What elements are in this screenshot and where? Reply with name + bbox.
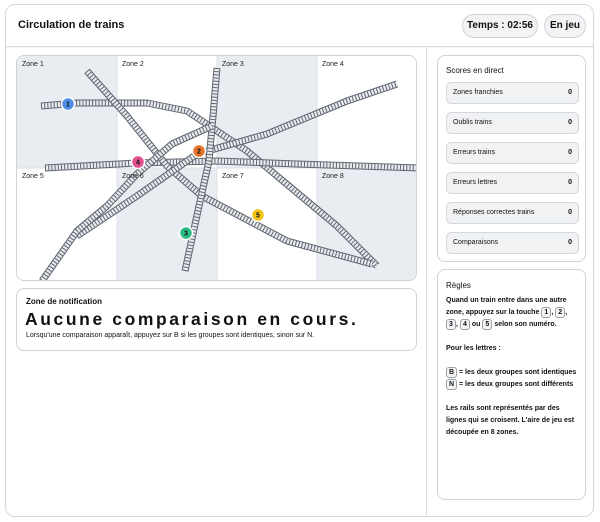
score-row-erreurs-trains: Erreurs trains 0 bbox=[446, 142, 579, 164]
zone-label-8: Zone 8 bbox=[322, 173, 344, 180]
notification-title: Zone de notification bbox=[26, 297, 102, 306]
train-number: 5 bbox=[256, 213, 260, 220]
train-2[interactable]: 2 bbox=[191, 143, 207, 159]
score-row-oublis: Oublis trains 0 bbox=[446, 112, 579, 134]
score-row-comparaisons: Comparaisons 0 bbox=[446, 232, 579, 254]
letters-heading: Pour les lettres : bbox=[446, 345, 501, 352]
score-value: 0 bbox=[568, 179, 572, 186]
zone-label-4: Zone 4 bbox=[322, 61, 344, 68]
rule-b-text: = les deux groupes sont identiques bbox=[459, 369, 577, 376]
score-value: 0 bbox=[568, 149, 572, 156]
status-badge: En jeu bbox=[544, 14, 586, 38]
score-label: Oublis trains bbox=[453, 119, 492, 126]
score-label: Erreurs lettres bbox=[453, 179, 497, 186]
rules-outro: Les rails sont représentés par des ligne… bbox=[446, 405, 575, 436]
train-number: 3 bbox=[184, 231, 188, 238]
main-panel: Zone 1 Zone 2 Zone 3 Zone 4 Zone 5 Zone 6 Zone… bbox=[6, 48, 426, 516]
zone-3 bbox=[217, 56, 317, 168]
timer-badge: Temps : 02:56 bbox=[462, 14, 538, 38]
notification-hint: Lorsqu'une comparaison apparaît, appuyez… bbox=[26, 332, 315, 339]
zone-label-3: Zone 3 bbox=[222, 61, 244, 68]
key-1: 1 bbox=[541, 307, 552, 318]
zone-label-1: Zone 1 bbox=[22, 61, 44, 68]
score-value: 0 bbox=[568, 119, 572, 126]
header-bar: Circulation de trains Temps : 02:56 En j… bbox=[6, 5, 593, 47]
score-value: 0 bbox=[568, 89, 572, 96]
zone-label-6: Zone 6 bbox=[122, 173, 144, 180]
side-panel: Scores en direct Zones franchies 0 Oubli… bbox=[426, 48, 593, 516]
train-number: 4 bbox=[136, 160, 140, 167]
score-label: Erreurs trains bbox=[453, 149, 496, 156]
zone-label-5: Zone 5 bbox=[22, 173, 44, 180]
score-value: 0 bbox=[568, 239, 572, 246]
scores-title: Scores en direct bbox=[446, 66, 504, 75]
key-n: N bbox=[446, 379, 458, 390]
train-number: 1 bbox=[66, 102, 70, 109]
comma: , bbox=[551, 309, 554, 316]
notification-panel: Zone de notification Aucune comparaison … bbox=[16, 288, 417, 351]
rules-body: Quand un train entre dans une autre zone… bbox=[446, 295, 579, 439]
app-window: Circulation de trains Temps : 02:56 En j… bbox=[5, 4, 594, 517]
zone-5 bbox=[17, 168, 117, 280]
scores-panel: Scores en direct Zones franchies 0 Oubli… bbox=[437, 55, 586, 262]
score-row-zones: Zones franchies 0 bbox=[446, 82, 579, 104]
rules-panel: Règles Quand un train entre dans une aut… bbox=[437, 269, 586, 500]
score-value: 0 bbox=[568, 209, 572, 216]
zone-1 bbox=[17, 56, 117, 168]
key-2: 2 bbox=[555, 307, 566, 318]
rules-title: Règles bbox=[446, 281, 471, 290]
key-4: 4 bbox=[459, 319, 470, 330]
score-label: Réponses correctes trains bbox=[453, 209, 535, 216]
train-number: 2 bbox=[197, 149, 201, 156]
rule-b: B = les deux groupes sont identiques bbox=[446, 367, 579, 379]
rule-n-text: = les deux groupes sont différents bbox=[459, 381, 574, 388]
zone-label-7: Zone 7 bbox=[222, 173, 244, 180]
key-b: B bbox=[446, 367, 458, 378]
score-row-erreurs-lettres: Erreurs lettres 0 bbox=[446, 172, 579, 194]
rules-suffix: selon son numéro. bbox=[494, 321, 557, 328]
score-label: Comparaisons bbox=[453, 239, 499, 246]
key-5: 5 bbox=[482, 319, 493, 330]
track-map: Zone 1 Zone 2 Zone 3 Zone 4 Zone 5 Zone 6 Zone… bbox=[17, 56, 416, 280]
score-label: Zones franchies bbox=[453, 89, 503, 96]
zone-label-2: Zone 2 bbox=[122, 61, 144, 68]
key-3: 3 bbox=[446, 319, 456, 330]
zone-4 bbox=[317, 56, 416, 168]
notification-message: Aucune comparaison en cours. bbox=[25, 309, 359, 329]
or-word: ou bbox=[471, 321, 481, 328]
score-row-reponses: Réponses correctes trains 0 bbox=[446, 202, 579, 224]
game-board[interactable]: Zone 1 Zone 2 Zone 3 Zone 4 Zone 5 Zone 6 Zone… bbox=[16, 55, 417, 281]
zone-7 bbox=[217, 168, 317, 280]
comma: , bbox=[456, 321, 458, 328]
train-1[interactable]: 1 bbox=[60, 96, 76, 112]
train-4[interactable]: 4 bbox=[130, 154, 146, 170]
rule-n: N = les deux groupes sont différents bbox=[446, 379, 579, 391]
train-5[interactable]: 5 bbox=[250, 207, 266, 223]
app-title: Circulation de trains bbox=[18, 19, 125, 31]
comma: , bbox=[565, 309, 568, 316]
train-3[interactable]: 3 bbox=[178, 225, 194, 241]
